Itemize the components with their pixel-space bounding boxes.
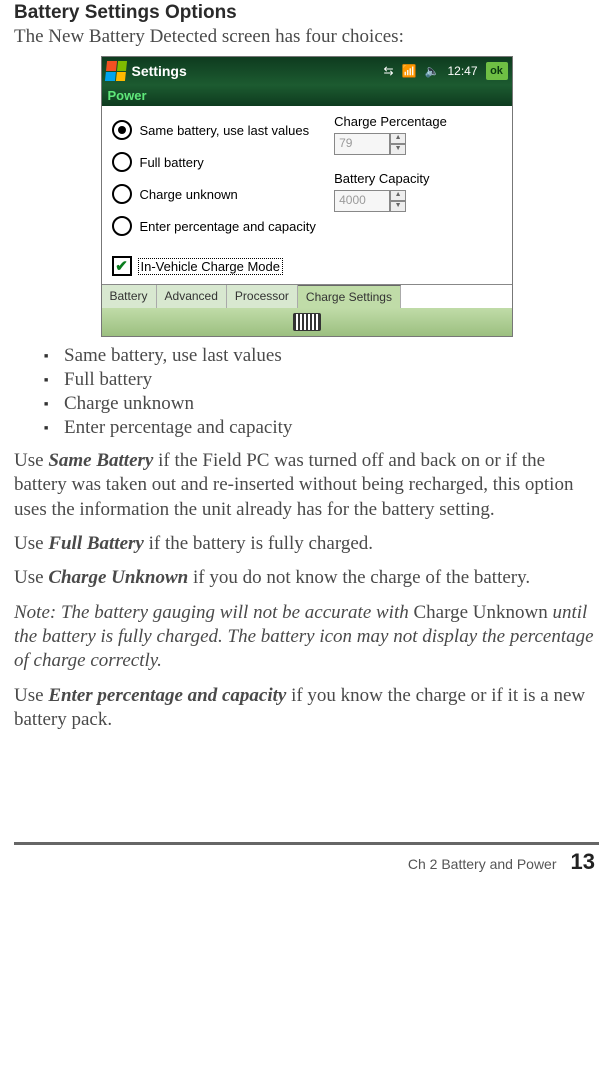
keyboard-icon[interactable]: [293, 313, 321, 331]
footer-page-number: 13: [571, 849, 595, 875]
tab-charge-settings[interactable]: Charge Settings: [298, 285, 401, 308]
titlebar: Settings ⇆ 📶 🔈 12:47 ok: [102, 57, 512, 85]
paragraph-charge-unknown: Use Charge Unknown if you do not know th…: [14, 566, 599, 590]
charge-percentage-spinner[interactable]: 79 ▲▼: [334, 133, 406, 155]
list-item: Full battery: [44, 369, 599, 391]
radio-full-battery[interactable]: Full battery: [112, 152, 317, 172]
battery-capacity-label: Battery Capacity: [334, 171, 501, 186]
radio-label: Enter percentage and capacity: [140, 219, 316, 234]
radio-icon: [112, 152, 132, 172]
tab-advanced[interactable]: Advanced: [157, 285, 227, 308]
radio-icon: [112, 184, 132, 204]
clock-text: 12:47: [447, 64, 477, 78]
radio-label: Charge unknown: [140, 187, 238, 202]
list-item: Enter percentage and capacity: [44, 417, 599, 439]
battery-capacity-spinner[interactable]: 4000 ▲▼: [334, 190, 406, 212]
radio-charge-unknown[interactable]: Charge unknown: [112, 184, 317, 204]
paragraph-full-battery: Use Full Battery if the battery is fully…: [14, 532, 599, 556]
radio-label: Full battery: [140, 155, 204, 170]
radio-same-battery[interactable]: Same battery, use last values: [112, 120, 317, 140]
charge-percentage-label: Charge Percentage: [334, 114, 501, 129]
paragraph-enter-percentage: Use Enter percentage and capacity if you…: [14, 684, 599, 733]
spinner-down-icon[interactable]: ▼: [390, 201, 406, 212]
tab-bar: Battery Advanced Processor Charge Settin…: [102, 284, 512, 308]
list-item: Charge unknown: [44, 393, 599, 415]
paragraph-same-battery: Use Same Battery if the Field PC was tur…: [14, 449, 599, 522]
section-heading: Battery Settings Options: [14, 0, 599, 24]
radio-icon: [112, 120, 132, 140]
connectivity-icon[interactable]: ⇆: [384, 64, 394, 78]
in-vehicle-checkbox-row[interactable]: ✔ In-Vehicle Charge Mode: [102, 252, 512, 284]
spinner-up-icon[interactable]: ▲: [390, 133, 406, 144]
volume-icon[interactable]: 🔈: [425, 64, 440, 78]
radio-icon: [112, 216, 132, 236]
softkey-bar: [102, 308, 512, 336]
titlebar-title: Settings: [132, 63, 378, 79]
signal-icon[interactable]: 📶: [402, 64, 417, 78]
spinner-down-icon[interactable]: ▼: [390, 144, 406, 155]
footer-chapter: Ch 2 Battery and Power: [408, 856, 557, 872]
page-footer: Ch 2 Battery and Power 13: [14, 842, 599, 875]
tab-battery[interactable]: Battery: [102, 285, 157, 308]
list-item: Same battery, use last values: [44, 345, 599, 367]
screen-title: Power: [102, 85, 512, 106]
device-screenshot: Settings ⇆ 📶 🔈 12:47 ok Power Same batte…: [14, 56, 599, 337]
tab-processor[interactable]: Processor: [227, 285, 298, 308]
ok-button[interactable]: ok: [486, 62, 508, 80]
spinner-up-icon[interactable]: ▲: [390, 190, 406, 201]
windows-logo-icon[interactable]: [104, 61, 126, 81]
battery-capacity-value: 4000: [334, 190, 390, 212]
checkbox-icon: ✔: [112, 256, 132, 276]
note-paragraph: Note: The battery gauging will not be ac…: [14, 601, 599, 674]
checkbox-label: In-Vehicle Charge Mode: [138, 258, 283, 275]
bullet-list: Same battery, use last values Full batte…: [14, 345, 599, 439]
intro-text: The New Battery Detected screen has four…: [14, 26, 599, 48]
charge-percentage-value: 79: [334, 133, 390, 155]
radio-label: Same battery, use last values: [140, 123, 310, 138]
radio-enter-percentage[interactable]: Enter percentage and capacity: [112, 216, 317, 236]
